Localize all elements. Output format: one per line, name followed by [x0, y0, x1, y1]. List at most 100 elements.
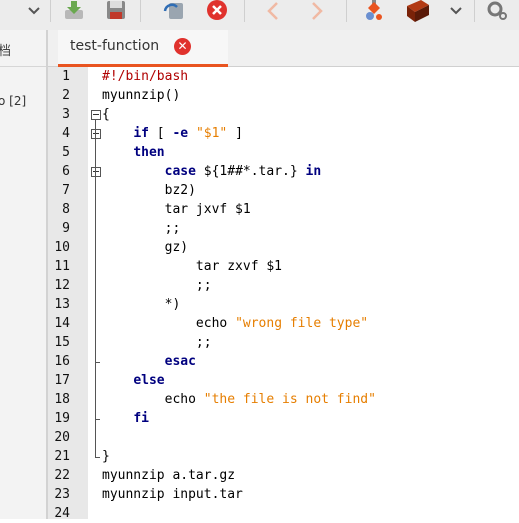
- line-number: 23: [54, 487, 70, 502]
- code-token: myunnzip a.tar.gz: [102, 468, 236, 483]
- code-line[interactable]: if [ -e "$1" ]: [102, 124, 243, 143]
- code-line[interactable]: ;;: [102, 276, 212, 295]
- close-icon[interactable]: ✕: [174, 38, 191, 55]
- code-line[interactable]: }: [102, 447, 110, 466]
- line-number: 22: [54, 468, 70, 483]
- line-number: 7: [62, 183, 70, 198]
- code-token: tar zxvf $1: [102, 259, 283, 274]
- line-number: 10: [54, 240, 70, 255]
- line-number: 3: [62, 107, 70, 122]
- line-number: 5: [62, 145, 70, 160]
- side-panel-item[interactable]: o [2]: [0, 94, 26, 108]
- code-line[interactable]: esac: [102, 352, 196, 371]
- code-token: bz2): [102, 183, 196, 198]
- line-number: 24: [54, 506, 70, 521]
- code-token: gz): [102, 240, 189, 255]
- toolbar: [0, 0, 519, 30]
- code-token: echo: [102, 392, 204, 407]
- chevron-down-icon[interactable]: [446, 0, 466, 22]
- keyword-token: fi: [133, 411, 149, 426]
- code-line[interactable]: else: [102, 371, 164, 390]
- fold-toggle-icon[interactable]: [91, 110, 101, 120]
- line-number: 12: [54, 278, 70, 293]
- line-number: 20: [54, 430, 70, 445]
- tab-test-function[interactable]: test-function ✕: [58, 30, 228, 67]
- line-number: 11: [54, 259, 70, 274]
- side-panel-tab-label: 档: [0, 44, 12, 59]
- keyword-token: in: [305, 164, 322, 179]
- code-line[interactable]: myunnzip a.tar.gz: [102, 466, 235, 485]
- line-number: 17: [54, 373, 70, 388]
- code-token: ]: [227, 126, 243, 141]
- code-line[interactable]: *): [102, 295, 181, 314]
- line-number: 13: [54, 297, 70, 312]
- save-down-icon[interactable]: [60, 0, 88, 22]
- code-line[interactable]: ;;: [102, 219, 181, 238]
- build-icon[interactable]: [360, 0, 388, 22]
- line-number: 18: [54, 392, 70, 407]
- fold-toggle-icon[interactable]: [91, 129, 101, 139]
- chevron-down-icon[interactable]: [24, 0, 44, 22]
- code-token: *): [102, 297, 181, 312]
- document-tab-bar: test-function ✕: [48, 30, 519, 67]
- line-number: 1: [62, 69, 70, 84]
- keyword-token: if: [133, 126, 149, 141]
- code-token: myunnzip input.tar: [102, 487, 243, 502]
- fold-toggle-icon[interactable]: [91, 167, 101, 177]
- fold-guide-line: [95, 120, 96, 457]
- code-line[interactable]: {: [102, 105, 110, 124]
- back-arrow-icon[interactable]: [262, 0, 284, 22]
- side-panel-tab[interactable]: 档: [0, 30, 46, 67]
- code-line[interactable]: then: [102, 143, 165, 162]
- code-line[interactable]: myunnzip(): [102, 86, 180, 105]
- toolbar-separator: [244, 0, 245, 22]
- code-token: tar jxvf $1: [102, 202, 251, 217]
- toolbar-separator: [50, 0, 51, 22]
- fold-margin[interactable]: [88, 67, 102, 519]
- revert-icon[interactable]: [160, 0, 188, 22]
- line-number: 8: [62, 202, 70, 217]
- code-line[interactable]: #!/bin/bash: [102, 67, 188, 86]
- line-number: 6: [62, 164, 70, 179]
- code-token: {: [102, 107, 110, 122]
- line-number: 4: [62, 126, 70, 141]
- keyword-token: case: [164, 164, 196, 179]
- forward-arrow-icon[interactable]: [306, 0, 328, 22]
- line-number: 16: [54, 354, 70, 369]
- code-token: myunnzip(): [102, 88, 181, 103]
- toolbar-separator: [474, 0, 475, 22]
- close-document-icon[interactable]: [203, 0, 231, 22]
- code-line[interactable]: echo "the file is not find": [102, 390, 376, 409]
- floppy-save-icon[interactable]: [102, 0, 130, 22]
- line-number: 21: [54, 449, 70, 464]
- side-panel: 档 o [2]: [0, 30, 46, 519]
- code-line[interactable]: tar jxvf $1: [102, 200, 251, 219]
- comment-token: #!/bin/bash: [102, 69, 189, 84]
- fold-end-marker: [95, 419, 100, 420]
- fold-end-marker: [95, 457, 100, 458]
- code-token: ${1##*.tar.}: [195, 164, 306, 179]
- code-line[interactable]: fi: [102, 409, 149, 428]
- code-line[interactable]: bz2): [102, 181, 196, 200]
- line-number-gutter: 1 2 3 4 5 6 7 8 9 10 11 12 13 14 15 16 17 18 19 20 21 22 23 24: [48, 67, 88, 521]
- code-line[interactable]: myunnzip input.tar: [102, 485, 243, 504]
- code-line[interactable]: tar zxvf $1: [102, 257, 282, 276]
- code-token: ;;: [102, 278, 212, 293]
- code-line[interactable]: gz): [102, 238, 188, 257]
- code-line[interactable]: echo "wrong file type": [102, 314, 368, 333]
- toolbar-separator: [140, 0, 141, 22]
- code-line[interactable]: case ${1##*.tar.} in: [102, 162, 322, 181]
- line-number: 14: [54, 316, 70, 331]
- code-token: }: [102, 449, 110, 464]
- keyword-token: then: [133, 145, 165, 160]
- settings-icon[interactable]: [484, 0, 510, 22]
- brick-icon[interactable]: [403, 0, 433, 22]
- code-line[interactable]: ;;: [102, 333, 212, 352]
- code-editor[interactable]: 1 2 3 4 5 6 7 8 9 10 11 12 13 14 15 16 17 18 19 20 21 22 23 24 …: [48, 67, 519, 521]
